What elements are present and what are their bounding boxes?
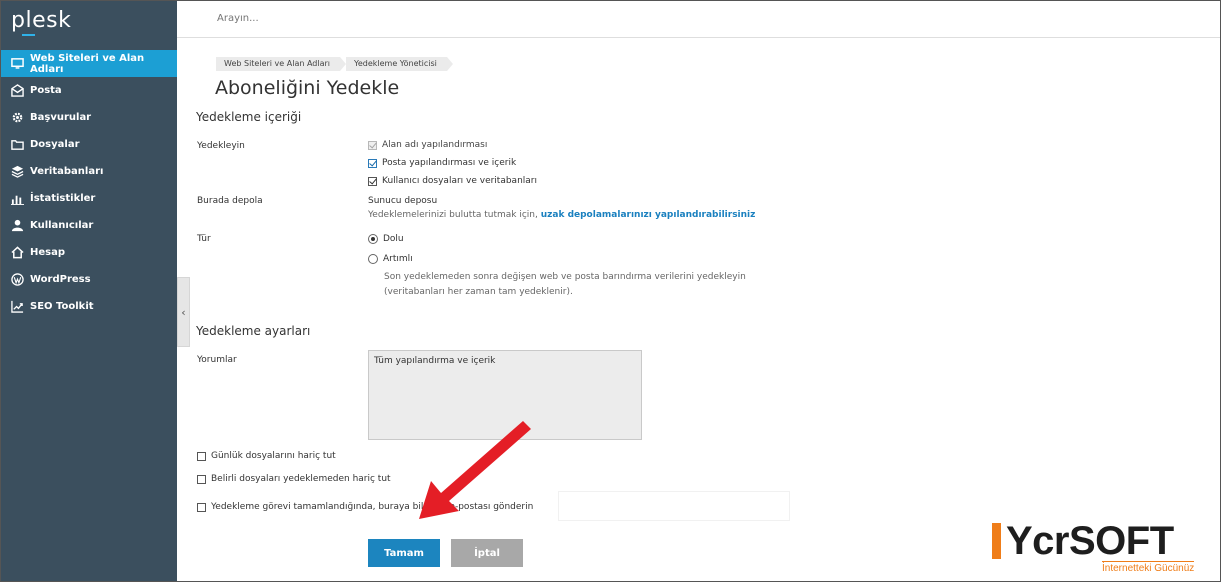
- checkbox-exclude-files[interactable]: Belirli dosyaları yedeklemeden hariç tut: [197, 474, 391, 484]
- sidebar-item-mail[interactable]: Posta: [0, 77, 177, 104]
- checkbox-box[interactable]: [368, 176, 377, 186]
- house-icon: [11, 246, 24, 259]
- type-label: Tür: [197, 234, 211, 244]
- sidebar-nav: Web Siteleri ve Alan Adları Posta Başvur…: [0, 50, 177, 320]
- logo-underline: [22, 34, 35, 36]
- wordpress-icon: [11, 273, 24, 286]
- trend-icon: [11, 300, 24, 313]
- storage-label: Burada depola: [197, 196, 263, 206]
- sidebar-item-label: Posta: [30, 85, 62, 96]
- sidebar-item-users[interactable]: Kullanıcılar: [0, 212, 177, 239]
- sidebar-item-databases[interactable]: Veritabanları: [0, 158, 177, 185]
- storage-value: Sunucu deposu: [368, 196, 438, 206]
- radio-dot[interactable]: [368, 254, 378, 264]
- watermark-bar: [992, 523, 1001, 559]
- checkbox-box[interactable]: [368, 140, 377, 150]
- sidebar-item-label: Veritabanları: [30, 166, 104, 177]
- section-backup-settings-title: Yedekleme ayarları: [196, 324, 311, 338]
- cancel-button[interactable]: İptal: [451, 539, 523, 567]
- comments-label: Yorumlar: [197, 355, 237, 365]
- sidebar-item-files[interactable]: Dosyalar: [0, 131, 177, 158]
- section-backup-content-title: Yedekleme içeriği: [196, 110, 302, 124]
- sidebar-item-label: WordPress: [30, 274, 91, 285]
- sidebar-item-label: Başvurular: [30, 112, 92, 123]
- remote-storage-link[interactable]: uzak depolamalarınızı yapılandırabilirsi…: [541, 210, 756, 220]
- sidebar-item-websites[interactable]: Web Siteleri ve Alan Adları: [0, 50, 177, 77]
- checkbox-box[interactable]: [368, 158, 377, 168]
- sidebar-item-label: Kullanıcılar: [30, 220, 94, 231]
- sidebar-item-wordpress[interactable]: WordPress: [0, 266, 177, 293]
- breadcrumb-backup-manager[interactable]: Yedekleme Yöneticisi: [346, 57, 453, 71]
- breadcrumb-websites[interactable]: Web Siteleri ve Alan Adları: [216, 57, 346, 71]
- folder-icon: [11, 138, 24, 151]
- radio-incremental[interactable]: Artımlı: [368, 254, 413, 264]
- bar-chart-icon: [11, 192, 24, 205]
- sidebar-item-label: Web Siteleri ve Alan Adları: [30, 52, 145, 75]
- checkbox-label: Günlük dosyalarını hariç tut: [211, 451, 336, 461]
- backup-label: Yedekleyin: [197, 141, 245, 151]
- ycrsoft-watermark: YcrSOFT İnternetteki Gücünüz: [992, 515, 1202, 577]
- watermark-tagline: İnternetteki Gücünüz: [1102, 561, 1195, 574]
- incremental-hint-line1: Son yedeklemeden sonra değişen web ve po…: [384, 272, 746, 282]
- mail-icon: [11, 84, 24, 97]
- sidebar-item-label: Hesap: [30, 247, 66, 258]
- checkbox-domain-config[interactable]: Alan adı yapılandırması: [368, 140, 487, 150]
- main-content: Web Siteleri ve Alan Adları Yedekleme Yö…: [190, 38, 1221, 582]
- chevron-left-icon: ‹: [181, 305, 186, 319]
- checkbox-mail-config[interactable]: Posta yapılandırması ve içerik: [368, 158, 516, 168]
- sidebar-item-label: İstatistikler: [30, 193, 96, 204]
- checkbox-box[interactable]: [197, 502, 206, 512]
- sidebar-collapse-toggle[interactable]: ‹: [177, 277, 190, 347]
- sidebar: plesk Web Siteleri ve Alan Adları Posta …: [0, 0, 177, 582]
- breadcrumb: Web Siteleri ve Alan Adları Yedekleme Yö…: [216, 57, 453, 71]
- storage-hint-text: Yedeklemelerinizi bulutta tutmak için,: [368, 210, 538, 220]
- checkbox-box[interactable]: [197, 451, 206, 461]
- sidebar-item-seo-toolkit[interactable]: SEO Toolkit: [0, 293, 177, 320]
- checkbox-label: Belirli dosyaları yedeklemeden hariç tut: [211, 474, 391, 484]
- sidebar-item-label: SEO Toolkit: [30, 301, 94, 312]
- notification-email-input[interactable]: [558, 491, 790, 521]
- ok-button[interactable]: Tamam: [368, 539, 440, 567]
- checkbox-label: Kullanıcı dosyaları ve veritabanları: [382, 176, 537, 186]
- sidebar-item-account[interactable]: Hesap: [0, 239, 177, 266]
- search-input[interactable]: [215, 12, 619, 25]
- checkbox-box[interactable]: [197, 474, 206, 484]
- page-title: Aboneliğini Yedekle: [215, 77, 400, 99]
- gear-icon: [11, 111, 24, 124]
- sidebar-item-applications[interactable]: Başvurular: [0, 104, 177, 131]
- top-bar: [177, 0, 1221, 38]
- radio-label: Artımlı: [383, 254, 413, 264]
- radio-label: Dolu: [383, 234, 404, 244]
- checkbox-user-files[interactable]: Kullanıcı dosyaları ve veritabanları: [368, 176, 537, 186]
- checkbox-exclude-logs[interactable]: Günlük dosyalarını hariç tut: [197, 451, 336, 461]
- incremental-hint-line2: (veritabanları her zaman tam yedeklenir)…: [384, 287, 573, 297]
- radio-full[interactable]: Dolu: [368, 234, 404, 244]
- sidebar-item-label: Dosyalar: [30, 139, 80, 150]
- plesk-logo[interactable]: plesk: [11, 8, 71, 33]
- monitor-icon: [11, 57, 24, 70]
- layers-icon: [11, 165, 24, 178]
- checkbox-label: Posta yapılandırması ve içerik: [382, 158, 517, 168]
- watermark-brand: YcrSOFT: [1006, 519, 1174, 563]
- user-icon: [11, 219, 24, 232]
- storage-hint: Yedeklemelerinizi bulutta tutmak için, u…: [368, 210, 755, 220]
- checkbox-label: Alan adı yapılandırması: [382, 140, 488, 150]
- sidebar-item-statistics[interactable]: İstatistikler: [0, 185, 177, 212]
- red-arrow-annotation: [419, 421, 531, 519]
- radio-dot[interactable]: [368, 234, 378, 244]
